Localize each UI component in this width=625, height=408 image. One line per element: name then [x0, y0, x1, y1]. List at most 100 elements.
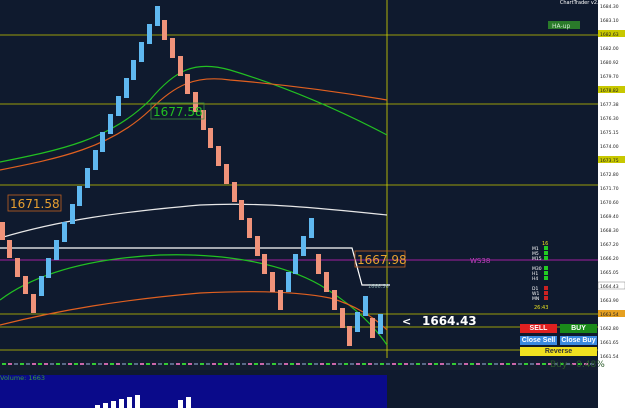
tf-label: H4 [532, 276, 538, 282]
window-title: ChartTrader v2.00 [559, 0, 605, 6]
candle [247, 218, 252, 238]
strip-dot [128, 363, 132, 365]
strip-dot [122, 363, 126, 365]
strip-dot [296, 363, 300, 365]
strip-dot [356, 363, 360, 365]
candle [239, 200, 244, 220]
strip-dot [74, 363, 78, 365]
tf-dot [544, 266, 548, 270]
axis-price-label: 1673.75 [600, 158, 619, 164]
strip-dot [224, 363, 228, 365]
candle [270, 272, 275, 292]
volume-bar [127, 397, 132, 408]
candle [208, 128, 213, 148]
strip-dot [146, 363, 150, 365]
strip-dot [512, 363, 516, 365]
strip-dot [260, 363, 264, 365]
axis-price-label: 1678.82 [600, 88, 619, 94]
strip-dot [440, 363, 444, 365]
strip-dot [110, 363, 114, 365]
candle-series [0, 6, 383, 346]
axis-price-label: 1672.80 [600, 172, 619, 178]
ma-green-lower [0, 254, 388, 346]
timeframe-panel: 16M1M5M15M30H1H4D1W1MN26:43 [532, 241, 548, 311]
volume-label: Volume: 1663 [0, 374, 45, 382]
strip-dot [464, 363, 468, 365]
ha-badge-text: HA-up [552, 23, 570, 30]
volume-bar [119, 399, 124, 408]
strip-dot [380, 363, 384, 365]
strip-dot [44, 363, 48, 365]
strip-dot [254, 363, 258, 365]
candle [31, 294, 36, 313]
strip-dot [386, 363, 390, 365]
strip-dot [452, 363, 456, 365]
strip-dot [116, 363, 120, 365]
strip-dot [284, 363, 288, 365]
candle [293, 254, 298, 274]
close-sell-button[interactable]: Close Sell [520, 336, 557, 345]
candle [332, 290, 337, 310]
axis-price-label: 1666.20 [600, 256, 619, 262]
strip-dot [50, 363, 54, 365]
axis-price-label: 1679.70 [600, 74, 619, 80]
sell-button[interactable]: SELL [520, 324, 557, 333]
strip-dot [158, 363, 162, 365]
candle [363, 296, 368, 316]
candle [0, 222, 5, 240]
strip-dot [248, 363, 252, 365]
strip-dot [428, 363, 432, 365]
tf-dot [544, 256, 548, 260]
strip-dot [134, 363, 138, 365]
buy-sell-label: Buy - 0.48% [550, 360, 605, 370]
axis-price-label: 1667.20 [600, 242, 619, 248]
candle [54, 240, 59, 260]
ma-orange-lower [0, 291, 388, 331]
candle [340, 308, 345, 328]
close-buy-button[interactable]: Close Buy [560, 336, 597, 345]
candle [108, 114, 113, 134]
candle [224, 164, 229, 184]
strip-dot [302, 363, 306, 365]
candle [124, 78, 129, 98]
tf-dot [544, 291, 548, 295]
strip-dot [446, 363, 450, 365]
strip-dot [416, 363, 420, 365]
strip-dot [272, 363, 276, 365]
current-price-label: 1664.43 [422, 314, 477, 328]
strip-dot [32, 363, 36, 365]
candle [62, 222, 67, 242]
strip-dot [326, 363, 330, 365]
candle [131, 60, 136, 80]
strip-dot [194, 363, 198, 365]
candle [77, 186, 82, 206]
candle [286, 272, 291, 292]
strip-dot [200, 363, 204, 365]
strip-dot [14, 363, 18, 365]
strip-dot [266, 363, 270, 365]
strip-dot [494, 363, 498, 365]
strip-dot [536, 363, 540, 365]
candle [232, 182, 237, 202]
candle [93, 150, 98, 170]
candle [324, 272, 329, 292]
candle [85, 168, 90, 188]
candle [370, 318, 375, 338]
candle [355, 312, 360, 332]
strip-dot [230, 363, 234, 365]
strip-dot [290, 363, 294, 365]
strip-dot [476, 363, 480, 365]
candle [7, 240, 12, 258]
tf-dot [544, 271, 548, 275]
tf-dot [544, 276, 548, 280]
volume-bar [103, 403, 108, 408]
axis-price-label: 1675.15 [600, 130, 619, 136]
reverse-button[interactable]: Reverse [520, 347, 597, 356]
buy-button[interactable]: BUY [560, 324, 597, 333]
axis-price-label: 1669.40 [600, 214, 619, 220]
axis-price-label: 1676.30 [600, 116, 619, 122]
strip-dot [56, 363, 60, 365]
level-label-1671: 1671.58 [10, 197, 60, 211]
candle [170, 38, 175, 58]
strip-dot [8, 363, 12, 365]
